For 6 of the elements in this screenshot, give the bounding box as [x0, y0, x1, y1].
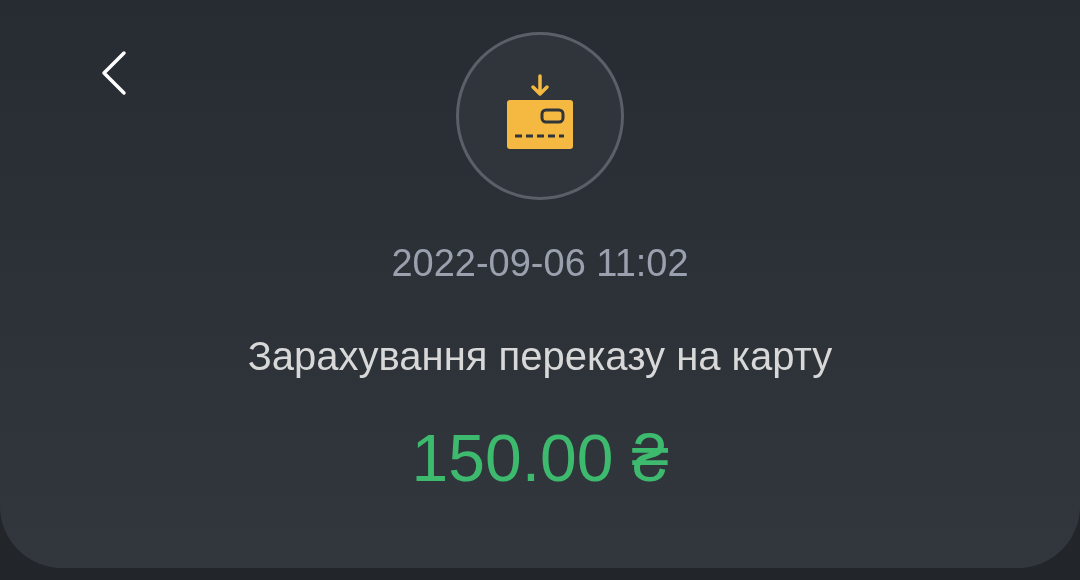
transaction-title: Зарахування переказу на карту [247, 333, 833, 380]
back-button[interactable] [100, 50, 128, 96]
card-deposit-icon [506, 74, 574, 150]
transaction-amount: 150.00 ₴ [411, 420, 669, 496]
back-icon [100, 50, 128, 96]
transaction-date: 2022-09-06 11:02 [391, 241, 689, 286]
